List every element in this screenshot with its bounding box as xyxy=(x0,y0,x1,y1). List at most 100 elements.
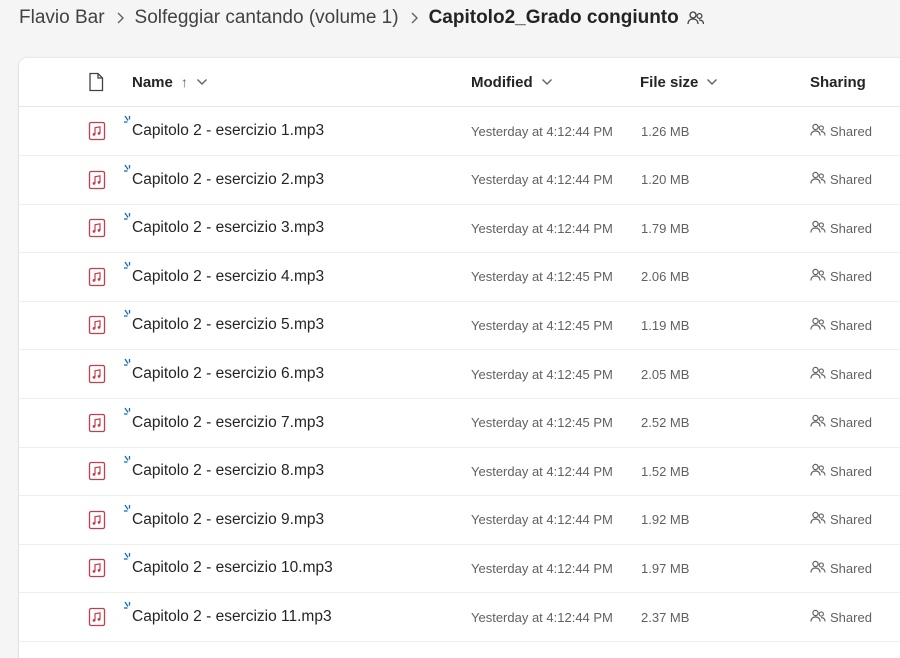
file-name-link[interactable]: Capitolo 2 - esercizio 8.mp3 xyxy=(132,447,324,495)
people-icon xyxy=(810,511,830,528)
file-size: 2.06 MB xyxy=(641,269,690,285)
audio-file-icon xyxy=(88,107,108,155)
sharing-label: Shared xyxy=(830,269,872,285)
file-name-link[interactable]: Capitolo 2 - esercizio 3.mp3 xyxy=(132,204,324,252)
sharing-status[interactable]: Shared xyxy=(810,447,872,495)
file-size: 2.05 MB xyxy=(641,366,690,382)
people-icon xyxy=(810,268,830,285)
people-icon xyxy=(810,366,830,383)
audio-file-icon xyxy=(88,350,108,398)
audio-file-icon xyxy=(88,204,108,252)
breadcrumb-item-solfeggiar[interactable]: Solfeggiar cantando (volume 1) xyxy=(135,7,399,29)
audio-file-icon xyxy=(88,156,108,204)
column-header-modified[interactable]: Modified xyxy=(471,58,553,106)
people-icon xyxy=(810,317,830,334)
breadcrumb-item-flavio-bar[interactable]: Flavio Bar xyxy=(19,7,105,29)
sharing-status[interactable]: Shared xyxy=(810,544,872,592)
file-name-link[interactable]: Capitolo 2 - esercizio 9.mp3 xyxy=(132,496,324,544)
sharing-label: Shared xyxy=(830,512,872,528)
file-size: 1.26 MB xyxy=(641,123,690,139)
sharing-status[interactable]: Shared xyxy=(810,350,872,398)
file-size: 2.37 MB xyxy=(641,609,690,625)
sharing-status[interactable]: Shared xyxy=(810,107,872,155)
table-row[interactable]: Capitolo 2 - esercizio 6.mp3 Yesterday a… xyxy=(19,350,900,399)
column-header-sharing[interactable]: Sharing xyxy=(810,58,866,106)
file-name-link[interactable]: Capitolo 2 - esercizio 1.mp3 xyxy=(132,107,324,155)
file-name-link[interactable]: Capitolo 2 - esercizio 7.mp3 xyxy=(132,399,324,447)
people-icon xyxy=(810,220,830,237)
table-row[interactable]: Capitolo 2 - esercizio 11.mp3 Yesterday … xyxy=(19,593,900,642)
file-size: 1.19 MB xyxy=(641,317,690,333)
table-row[interactable]: Capitolo 2 - esercizio 10.mp3 Yesterday … xyxy=(19,544,900,594)
file-name-link[interactable]: Capitolo 2 - esercizio 11.mp3 xyxy=(132,593,332,641)
sharing-label: Shared xyxy=(830,415,872,431)
sharing-status[interactable]: Shared xyxy=(810,156,872,204)
modified-date: Yesterday at 4:12:44 PM xyxy=(471,463,613,479)
chevron-down-icon[interactable] xyxy=(541,78,553,86)
modified-date: Yesterday at 4:12:44 PM xyxy=(471,123,613,139)
modified-date: Yesterday at 4:12:44 PM xyxy=(471,609,613,625)
audio-file-icon xyxy=(88,544,108,592)
column-header-name-label: Name xyxy=(132,73,173,91)
modified-date: Yesterday at 4:12:45 PM xyxy=(471,415,613,431)
breadcrumb-current-folder: Capitolo2_Grado congiunto xyxy=(428,7,679,28)
sharing-status[interactable]: Shared xyxy=(810,593,872,641)
sharing-status[interactable]: Shared xyxy=(810,204,872,252)
sharing-label: Shared xyxy=(830,609,872,625)
table-row[interactable]: Capitolo 2 - esercizio 8.mp3 Yesterday a… xyxy=(19,447,900,497)
modified-date: Yesterday at 4:12:45 PM xyxy=(471,317,613,333)
column-header-name[interactable]: Name ↑ xyxy=(132,58,208,106)
table-row[interactable]: Capitolo 2 - esercizio 5.mp3 Yesterday a… xyxy=(19,301,900,351)
sharing-status[interactable]: Shared xyxy=(810,399,872,447)
sharing-label: Shared xyxy=(830,463,872,479)
modified-date: Yesterday at 4:12:45 PM xyxy=(471,269,613,285)
file-name-link[interactable]: Capitolo 2 - esercizio 6.mp3 xyxy=(132,350,324,398)
sharing-label: Shared xyxy=(830,123,872,139)
table-header: Name ↑ Modified File size Sharing xyxy=(19,58,900,107)
table-row[interactable]: Capitolo 2 - esercizio 9.mp3 Yesterday a… xyxy=(19,496,900,545)
file-name-link[interactable]: Capitolo 2 - esercizio 2.mp3 xyxy=(132,156,324,204)
people-icon xyxy=(810,560,830,577)
sharing-status[interactable]: Shared xyxy=(810,496,872,544)
audio-file-icon xyxy=(88,399,108,447)
file-size: 1.20 MB xyxy=(641,172,690,188)
table-row[interactable]: Capitolo 2 - esercizio 4.mp3 Yesterday a… xyxy=(19,253,900,302)
file-name-link[interactable]: Capitolo 2 - esercizio 5.mp3 xyxy=(132,301,324,349)
file-size: 2.52 MB xyxy=(641,415,690,431)
document-icon[interactable] xyxy=(88,58,104,106)
column-header-file-size[interactable]: File size xyxy=(640,58,718,106)
audio-file-icon xyxy=(88,253,108,301)
sharing-label: Shared xyxy=(830,220,872,236)
people-icon xyxy=(810,609,830,626)
breadcrumb: Flavio Bar Solfeggiar cantando (volume 1… xyxy=(0,0,900,36)
table-row[interactable]: Capitolo 2 - esercizio 1.mp3 Yesterday a… xyxy=(19,107,900,156)
sharing-label: Shared xyxy=(830,560,872,576)
people-icon xyxy=(810,463,830,480)
sharing-status[interactable]: Shared xyxy=(810,253,872,301)
chevron-down-icon[interactable] xyxy=(706,78,718,86)
file-size: 1.52 MB xyxy=(641,463,690,479)
people-icon[interactable] xyxy=(687,10,705,26)
modified-date: Yesterday at 4:12:44 PM xyxy=(471,512,613,528)
column-header-modified-label: Modified xyxy=(471,73,533,91)
audio-file-icon xyxy=(88,496,108,544)
chevron-down-icon[interactable] xyxy=(196,78,208,86)
sharing-label: Shared xyxy=(830,317,872,333)
chevron-right-icon xyxy=(105,11,135,25)
column-header-sharing-label: Sharing xyxy=(810,73,866,91)
modified-date: Yesterday at 4:12:45 PM xyxy=(471,366,613,382)
file-size: 1.79 MB xyxy=(641,220,690,236)
sharing-label: Shared xyxy=(830,172,872,188)
file-name-link[interactable]: Capitolo 2 - esercizio 4.mp3 xyxy=(132,253,324,301)
table-row[interactable]: Capitolo 2 - esercizio 7.mp3 Yesterday a… xyxy=(19,399,900,448)
sharing-status[interactable]: Shared xyxy=(810,301,872,349)
table-row[interactable]: Capitolo 2 - esercizio 2.mp3 Yesterday a… xyxy=(19,156,900,205)
table-row[interactable]: Capitolo 2 - esercizio 3.mp3 Yesterday a… xyxy=(19,204,900,254)
file-size: 1.92 MB xyxy=(641,512,690,528)
people-icon xyxy=(810,414,830,431)
modified-date: Yesterday at 4:12:44 PM xyxy=(471,172,613,188)
column-header-file-size-label: File size xyxy=(640,73,699,91)
sharing-label: Shared xyxy=(830,366,872,382)
modified-date: Yesterday at 4:12:44 PM xyxy=(471,220,613,236)
file-name-link[interactable]: Capitolo 2 - esercizio 10.mp3 xyxy=(132,544,333,592)
